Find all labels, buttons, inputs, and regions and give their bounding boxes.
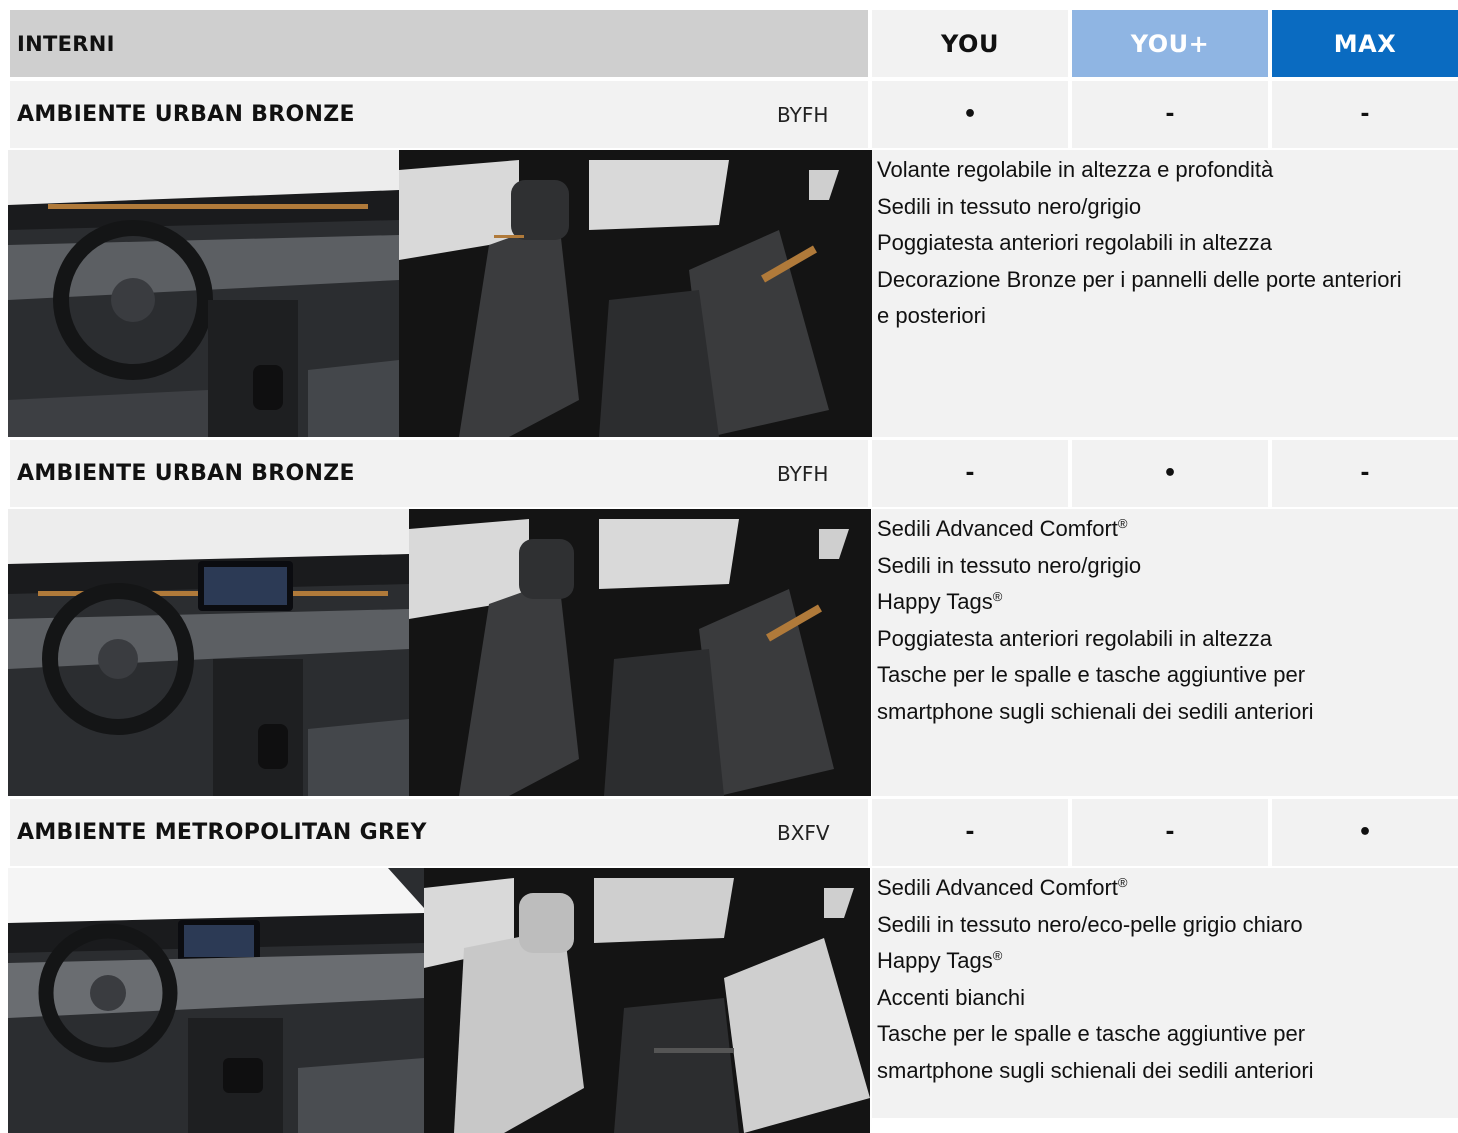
availability-max: -	[1272, 81, 1458, 148]
section-title: INTERNI	[10, 10, 868, 77]
seats-photo	[409, 509, 871, 796]
feature-item: Sedili in tessuto nero/eco-pelle grigio …	[877, 911, 1303, 937]
feature-item: Sedili Advanced Comfort	[877, 516, 1118, 541]
feature-item: Poggiatesta anteriori regolabili in alte…	[877, 230, 1273, 255]
availability-you-plus: -	[1072, 81, 1268, 148]
registered-mark: ®	[992, 589, 1003, 604]
feature-item: Happy Tags	[877, 589, 993, 614]
availability-you: •	[872, 81, 1068, 148]
trim-name: AMBIENTE METROPOLITAN GREY	[10, 799, 868, 866]
column-header-you: YOU	[872, 10, 1068, 77]
registered-mark: ®	[1117, 516, 1128, 531]
dashboard-photo	[8, 509, 409, 796]
column-header-max: MAX	[1272, 10, 1458, 77]
feature-item: Decorazione Bronze per i pannelli delle …	[877, 266, 1402, 292]
availability-you-plus: •	[1072, 440, 1268, 507]
feature-item: Sedili Advanced Comfort	[877, 875, 1118, 900]
feature-item: e posteriori	[877, 303, 986, 328]
trim-code: BYFH	[777, 461, 829, 486]
trim-name: AMBIENTE URBAN BRONZE	[10, 81, 868, 148]
feature-item: Sedili in tessuto nero/grigio	[877, 552, 1142, 578]
trim-code: BXFV	[777, 820, 830, 845]
registered-mark: ®	[1117, 875, 1128, 890]
feature-item: Sedili in tessuto nero/grigio	[877, 193, 1142, 219]
features-panel: Volante regolabile in altezza e profondi…	[872, 150, 1458, 437]
feature-item: Tasche per le spalle e tasche aggiuntive…	[877, 1021, 1306, 1046]
column-header-you-plus: YOU+	[1072, 10, 1268, 77]
feature-item: smartphone sugli schienali dei sedili an…	[877, 698, 1314, 724]
registered-mark: ®	[992, 948, 1003, 963]
features-panel: Sedili Advanced Comfort® Sedili in tessu…	[872, 868, 1458, 1118]
seats-photo	[424, 868, 870, 1133]
seats-photo	[399, 150, 872, 437]
dashboard-photo	[8, 150, 399, 437]
availability-you-plus: -	[1072, 799, 1268, 866]
trim-code: BYFH	[777, 102, 829, 127]
feature-item: smartphone sugli schienali dei sedili an…	[877, 1057, 1314, 1083]
feature-item: Happy Tags	[877, 948, 993, 973]
availability-you: -	[872, 799, 1068, 866]
trim-name: AMBIENTE URBAN BRONZE	[10, 440, 868, 507]
feature-item: Tasche per le spalle e tasche aggiuntive…	[877, 662, 1306, 687]
availability-you: -	[872, 440, 1068, 507]
availability-max: •	[1272, 799, 1458, 866]
feature-item: Volante regolabile in altezza e profondi…	[877, 157, 1274, 182]
features-panel: Sedili Advanced Comfort® Sedili in tessu…	[872, 509, 1458, 796]
dashboard-photo	[8, 868, 424, 1133]
feature-item: Accenti bianchi	[877, 984, 1025, 1010]
feature-item: Poggiatesta anteriori regolabili in alte…	[877, 625, 1273, 651]
availability-max: -	[1272, 440, 1458, 507]
